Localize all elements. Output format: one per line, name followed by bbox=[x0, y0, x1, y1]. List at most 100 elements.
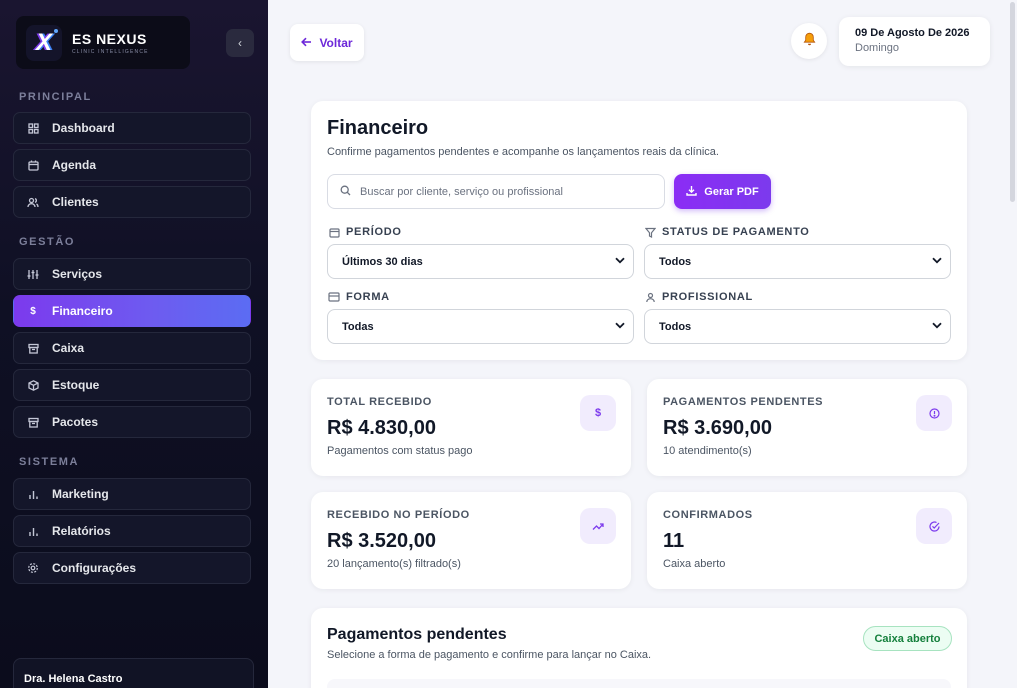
search-input[interactable]: Buscar por cliente, serviço ou profissio… bbox=[327, 174, 665, 209]
date-display: 09 De Agosto De 2026 Domingo bbox=[839, 17, 990, 66]
sidebar-item-label: Configurações bbox=[52, 561, 137, 575]
chevron-down-icon bbox=[932, 321, 942, 332]
sliders-icon bbox=[26, 267, 40, 281]
filter-icon bbox=[644, 226, 656, 238]
sidebar-item-financeiro[interactable]: $ Financeiro bbox=[13, 295, 251, 327]
stat-title: RECEBIDO NO PERÍODO bbox=[327, 509, 470, 521]
chevron-down-icon bbox=[615, 321, 625, 332]
dollar-icon: $ bbox=[30, 305, 36, 317]
sidebar-item-dashboard[interactable]: Dashboard bbox=[13, 112, 251, 144]
stat-card-pagamentos-pendentes: PAGAMENTOS PENDENTES R$ 3.690,00 10 aten… bbox=[647, 379, 967, 476]
package-icon bbox=[26, 378, 40, 392]
stat-value: R$ 3.690,00 bbox=[663, 417, 772, 439]
sidebar-item-label: Relatórios bbox=[52, 524, 111, 538]
stat-value: R$ 4.830,00 bbox=[327, 417, 436, 439]
pagamentos-pendentes-panel: Pagamentos pendentes Selecione a forma d… bbox=[311, 608, 967, 688]
filter-label-profissional: PROFISSIONAL bbox=[644, 291, 753, 303]
status-badge: Caixa aberto bbox=[863, 626, 952, 651]
forma-select[interactable]: Todas bbox=[327, 309, 634, 344]
stat-title: CONFIRMADOS bbox=[663, 509, 753, 521]
scrollbar-thumb[interactable] bbox=[1010, 2, 1015, 202]
grid-icon bbox=[26, 121, 40, 135]
users-icon bbox=[26, 195, 40, 209]
scrollbar[interactable] bbox=[1008, 0, 1017, 688]
sidebar-item-marketing[interactable]: Marketing bbox=[13, 478, 251, 510]
table-header bbox=[327, 679, 951, 688]
financeiro-panel: Financeiro Confirme pagamentos pendentes… bbox=[311, 101, 967, 360]
periodo-select[interactable]: Últimos 30 dias bbox=[327, 244, 634, 279]
sidebar-item-caixa[interactable]: Caixa bbox=[13, 332, 251, 364]
credit-card-icon bbox=[328, 291, 340, 303]
stat-card-total-recebido: TOTAL RECEBIDO R$ 4.830,00 Pagamentos co… bbox=[311, 379, 631, 476]
sidebar-item-label: Marketing bbox=[52, 487, 109, 501]
user-profile[interactable]: Dra. Helena Castro bbox=[13, 658, 254, 688]
sidebar-item-servicos[interactable]: Serviços bbox=[13, 258, 251, 290]
sidebar-item-label: Financeiro bbox=[52, 304, 113, 318]
section-title-sistema: SISTEMA bbox=[19, 456, 80, 468]
sidebar-item-label: Caixa bbox=[52, 341, 85, 355]
check-circle-icon bbox=[916, 508, 952, 544]
calendar-icon bbox=[26, 158, 40, 172]
stat-subtitle: 10 atendimento(s) bbox=[663, 445, 752, 457]
sidebar-item-label: Agenda bbox=[52, 158, 97, 172]
search-placeholder: Buscar por cliente, serviço ou profissio… bbox=[360, 185, 563, 198]
download-icon bbox=[686, 185, 697, 199]
archive-icon bbox=[26, 415, 40, 429]
stat-title: TOTAL RECEBIDO bbox=[327, 396, 432, 408]
selected-value: Todos bbox=[659, 320, 692, 333]
stat-card-recebido-periodo: RECEBIDO NO PERÍODO R$ 3.520,00 20 lança… bbox=[311, 492, 631, 589]
stat-card-confirmados: CONFIRMADOS 11 Caixa aberto bbox=[647, 492, 967, 589]
filter-label-forma: FORMA bbox=[328, 291, 390, 303]
back-label: Voltar bbox=[319, 35, 353, 50]
filter-label-text: PERÍODO bbox=[346, 226, 402, 238]
selected-value: Todos bbox=[659, 255, 692, 268]
stat-subtitle: 20 lançamento(s) filtrado(s) bbox=[327, 558, 461, 570]
sidebar-item-label: Dashboard bbox=[52, 121, 115, 135]
calendar-icon bbox=[328, 226, 340, 238]
section-title: Pagamentos pendentes bbox=[327, 626, 507, 643]
filter-label-periodo: PERÍODO bbox=[328, 226, 402, 238]
brand-logo: X bbox=[26, 24, 62, 61]
status-select[interactable]: Todos bbox=[644, 244, 951, 279]
sidebar-item-relatorios[interactable]: Relatórios bbox=[13, 515, 251, 547]
filter-label-text: STATUS DE PAGAMENTO bbox=[662, 226, 810, 238]
brand-name: ES NEXUS bbox=[72, 30, 147, 47]
sidebar-item-label: Clientes bbox=[52, 195, 99, 209]
brand[interactable]: X ES NEXUS CLINIC INTELLIGENCE bbox=[16, 16, 190, 69]
section-subtitle: Selecione a forma de pagamento e confirm… bbox=[327, 649, 652, 661]
sidebar: X ES NEXUS CLINIC INTELLIGENCE ‹ PRINCIP… bbox=[0, 0, 268, 688]
collapse-sidebar-button[interactable]: ‹ bbox=[226, 29, 254, 57]
generate-pdf-label: Gerar PDF bbox=[704, 185, 759, 198]
page-subtitle: Confirme pagamentos pendentes e acompanh… bbox=[327, 146, 719, 158]
trend-up-icon bbox=[580, 508, 616, 544]
current-weekday: Domingo bbox=[855, 42, 900, 54]
back-button[interactable]: Voltar bbox=[290, 24, 364, 61]
user-icon bbox=[644, 291, 656, 303]
box-icon bbox=[26, 341, 40, 355]
selected-value: Todas bbox=[342, 320, 374, 333]
generate-pdf-button[interactable]: Gerar PDF bbox=[674, 174, 771, 209]
profissional-select[interactable]: Todos bbox=[644, 309, 951, 344]
sidebar-item-clientes[interactable]: Clientes bbox=[13, 186, 251, 218]
dollar-icon: $ bbox=[580, 395, 616, 431]
stat-subtitle: Caixa aberto bbox=[663, 558, 726, 570]
brand-logo-letter: X bbox=[35, 28, 52, 56]
stat-value: R$ 3.520,00 bbox=[327, 530, 436, 552]
filter-label-status: STATUS DE PAGAMENTO bbox=[644, 226, 810, 238]
selected-value: Últimos 30 dias bbox=[342, 255, 423, 268]
filter-label-text: PROFISSIONAL bbox=[662, 291, 753, 303]
bar-chart-icon bbox=[26, 524, 40, 538]
chevron-left-icon: ‹ bbox=[238, 36, 242, 50]
sidebar-item-agenda[interactable]: Agenda bbox=[13, 149, 251, 181]
current-date: 09 De Agosto De 2026 bbox=[855, 27, 970, 39]
search-icon bbox=[340, 183, 351, 201]
notifications-button[interactable] bbox=[791, 23, 827, 59]
sidebar-item-pacotes[interactable]: Pacotes bbox=[13, 406, 251, 438]
sidebar-item-configuracoes[interactable]: Configurações bbox=[13, 552, 251, 584]
stat-value: 11 bbox=[663, 530, 685, 552]
chevron-down-icon bbox=[615, 256, 625, 267]
sidebar-item-estoque[interactable]: Estoque bbox=[13, 369, 251, 401]
arrow-left-icon bbox=[301, 36, 312, 50]
sidebar-item-label: Serviços bbox=[52, 267, 103, 281]
stat-title: PAGAMENTOS PENDENTES bbox=[663, 396, 824, 408]
